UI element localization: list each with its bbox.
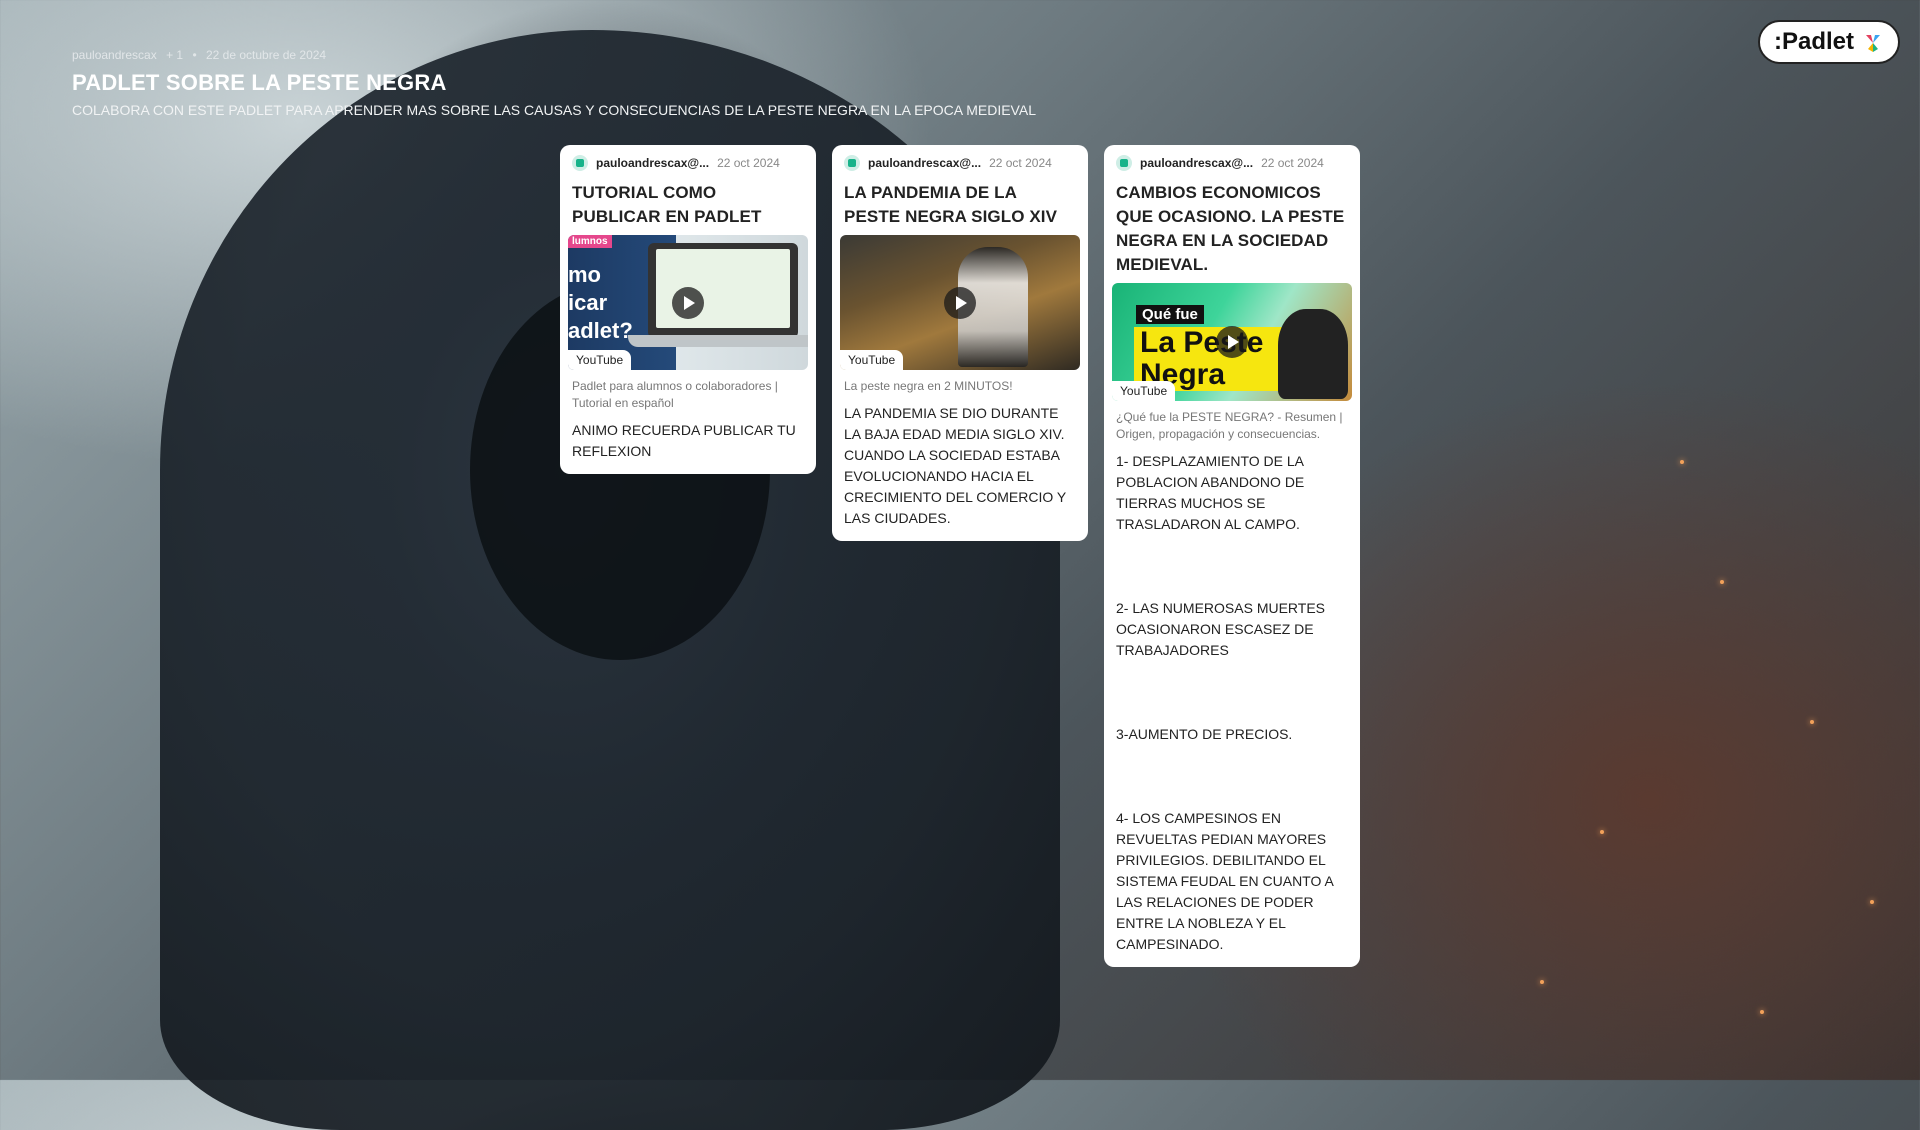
ember-spark	[1720, 580, 1724, 584]
board-collaborators[interactable]: + 1	[166, 48, 183, 62]
video-caption[interactable]: La peste negra en 2 MINUTOS!	[844, 378, 1076, 395]
ember-spark	[1870, 900, 1874, 904]
board-author[interactable]: pauloandrescax	[72, 48, 157, 62]
video-thumbnail[interactable]: Qué fue La Peste Negra YouTube	[1112, 283, 1352, 401]
post-author[interactable]: pauloandrescax@...	[868, 156, 981, 170]
video-thumbnail[interactable]: YouTube	[840, 235, 1080, 370]
ember-spark	[1680, 460, 1684, 464]
laptop-base	[628, 335, 808, 347]
post-date: 22 oct 2024	[717, 156, 780, 170]
play-icon[interactable]	[1216, 326, 1248, 358]
post-date: 22 oct 2024	[989, 156, 1052, 170]
ember-spark	[1760, 1010, 1764, 1014]
video-thumbnail[interactable]: lumnos mo icar adlet? YouTube	[568, 235, 808, 370]
post-header: pauloandrescax@... 22 oct 2024	[1112, 155, 1352, 171]
post-title: CAMBIOS ECONOMICOS QUE OCASIONO. LA PEST…	[1116, 183, 1345, 274]
post-body: LA PANDEMIA SE DIO DURANTE LA BAJA EDAD …	[844, 405, 1066, 526]
video-caption[interactable]: ¿Qué fue la PESTE NEGRA? - Resumen | Ori…	[1116, 409, 1348, 443]
ember-spark	[1600, 830, 1604, 834]
board-meta: pauloandrescax + 1 • 22 de octubre de 20…	[72, 48, 1036, 62]
author-avatar[interactable]	[1116, 155, 1132, 171]
author-avatar[interactable]	[572, 155, 588, 171]
youtube-badge: YouTube	[568, 350, 632, 370]
ember-spark	[1540, 980, 1544, 984]
board-subtitle: COLABORA CON ESTE PADLET PARA APRENDER M…	[72, 102, 1036, 118]
laptop-illustration	[648, 243, 798, 338]
video-caption[interactable]: Padlet para alumnos o colaboradores | Tu…	[572, 378, 804, 412]
post-body: ANIMO RECUERDA PUBLICAR TU REFLEXION	[572, 422, 796, 459]
padlet-logo-icon	[1866, 35, 1880, 52]
padlet-logo-button[interactable]: :Padlet	[1758, 20, 1900, 64]
author-avatar[interactable]	[844, 155, 860, 171]
youtube-badge: YouTube	[1112, 381, 1176, 401]
post-title: LA PANDEMIA DE LA PESTE NEGRA SIGLO XIV	[844, 183, 1058, 226]
post-title: TUTORIAL COMO PUBLICAR EN PADLET	[572, 183, 762, 226]
post-header: pauloandrescax@... 22 oct 2024	[568, 155, 808, 171]
meta-bullet: •	[192, 48, 197, 62]
thumbnail-tag: Qué fue	[1136, 305, 1204, 324]
board-header: pauloandrescax + 1 • 22 de octubre de 20…	[72, 48, 1036, 118]
post-card[interactable]: pauloandrescax@... 22 oct 2024 CAMBIOS E…	[1104, 145, 1360, 967]
post-card[interactable]: pauloandrescax@... 22 oct 2024 TUTORIAL …	[560, 145, 816, 474]
padlet-logo-text: :Padlet	[1773, 28, 1854, 55]
post-header: pauloandrescax@... 22 oct 2024	[840, 155, 1080, 171]
post-date: 22 oct 2024	[1261, 156, 1324, 170]
ember-spark	[1810, 720, 1814, 724]
play-icon[interactable]	[944, 286, 976, 319]
post-card[interactable]: pauloandrescax@... 22 oct 2024 LA PANDEM…	[832, 145, 1088, 541]
board-title: PADLET SOBRE LA PESTE NEGRA	[72, 70, 447, 95]
post-body: 1- DESPLAZAMIENTO DE LA POBLACION ABANDO…	[1116, 453, 1334, 952]
youtube-badge: YouTube	[840, 350, 904, 370]
post-author[interactable]: pauloandrescax@...	[1140, 156, 1253, 170]
thumbnail-text: mo icar adlet?	[568, 262, 633, 343]
thumbnail-tag: lumnos	[568, 235, 612, 248]
board-date: 22 de octubre de 2024	[205, 48, 327, 62]
plague-doctor-illustration	[1278, 309, 1348, 399]
post-author[interactable]: pauloandrescax@...	[596, 156, 709, 170]
play-icon[interactable]	[672, 286, 704, 319]
